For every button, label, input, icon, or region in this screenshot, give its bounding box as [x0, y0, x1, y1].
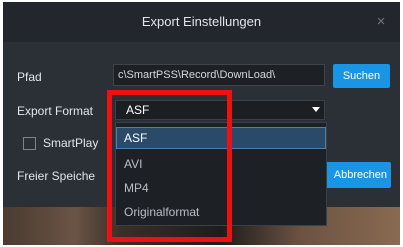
path-label: Pfad — [17, 70, 42, 84]
export-format-dropdown: ASF AVI MP4 Originalformat — [115, 122, 327, 226]
free-space-label: Freier Speiche — [17, 169, 96, 183]
dialog-title: Export Einstellungen — [141, 14, 262, 29]
chevron-down-icon — [312, 107, 320, 112]
dialog-title-bar: Export Einstellungen × — [3, 2, 400, 42]
export-settings-dialog: Export Einstellungen × Pfad c\SmartPSS\R… — [3, 2, 400, 245]
format-option-asf[interactable]: ASF — [116, 127, 326, 149]
smartplayer-checkbox[interactable] — [23, 137, 36, 150]
export-format-label: Export Format — [17, 104, 94, 118]
browse-button[interactable]: Suchen — [333, 64, 390, 88]
cancel-button[interactable]: Abbrechen — [321, 162, 391, 188]
export-format-select[interactable]: ASF — [115, 100, 325, 120]
path-input[interactable]: c\SmartPSS\Record\DownLoad\ — [113, 64, 325, 86]
format-option-mp4[interactable]: MP4 — [116, 177, 326, 199]
format-option-avi[interactable]: AVI — [116, 153, 326, 175]
format-option-original[interactable]: Originalformat — [116, 201, 326, 223]
export-format-value: ASF — [126, 103, 150, 117]
close-icon[interactable]: × — [371, 12, 391, 32]
smartplayer-label: SmartPlay — [43, 136, 99, 150]
screenshot-stage: Export Einstellungen × Pfad c\SmartPSS\R… — [0, 0, 403, 247]
